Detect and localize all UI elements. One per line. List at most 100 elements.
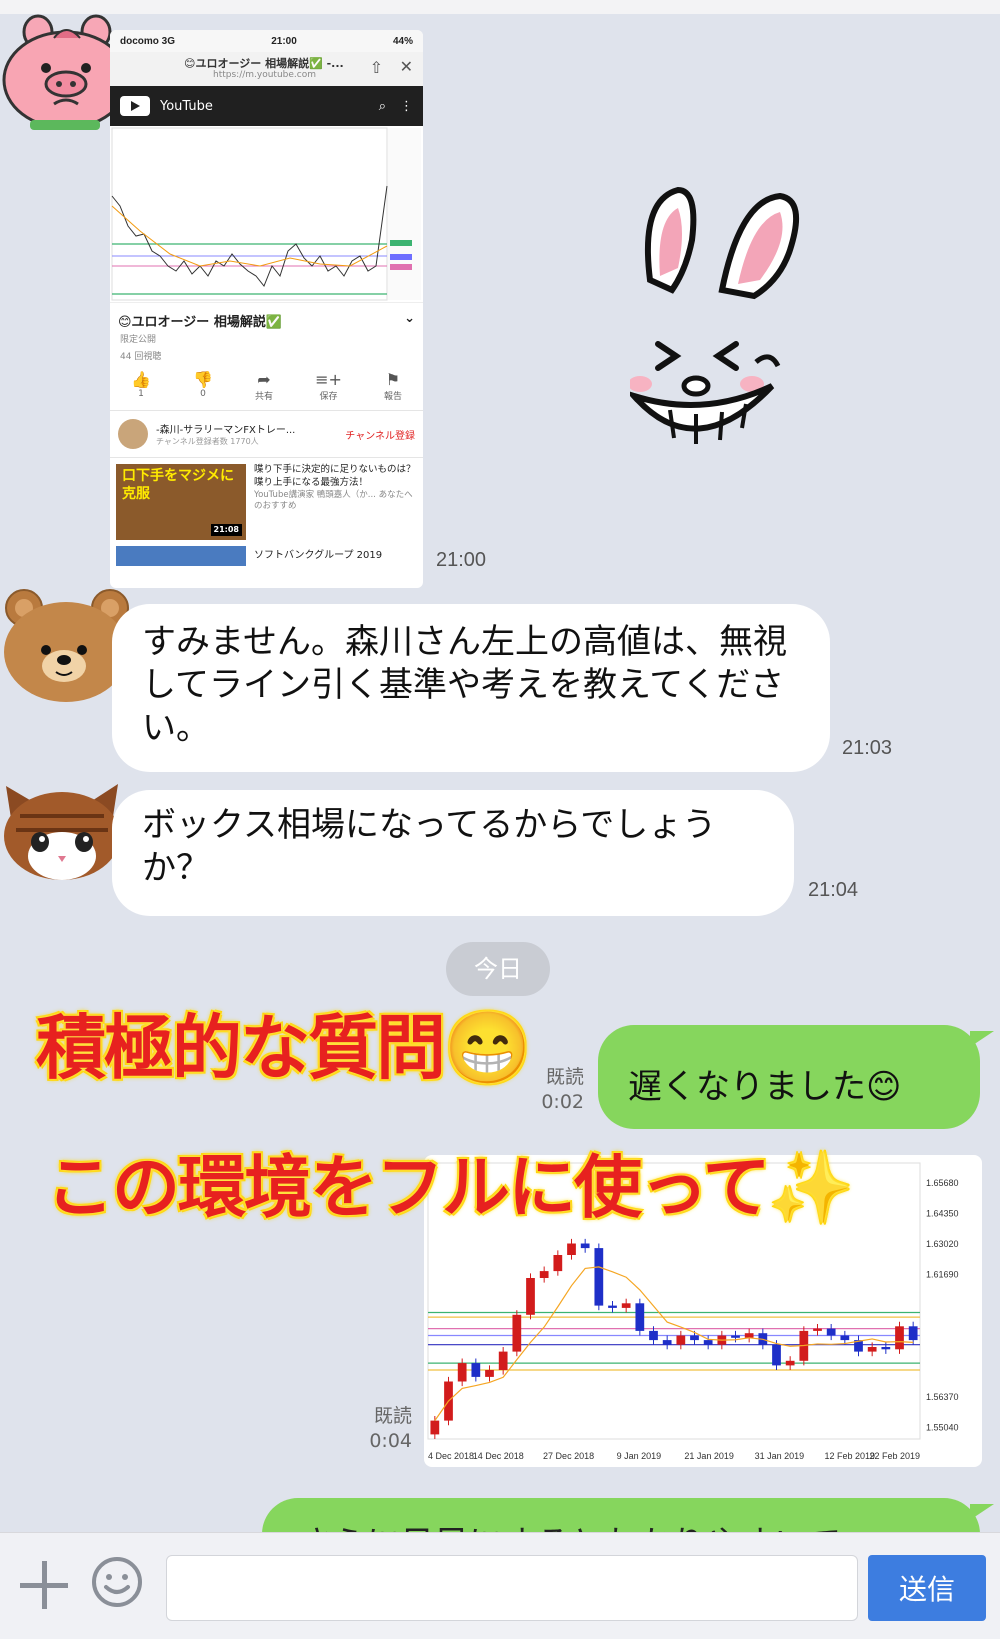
report-button[interactable]: ⚑ 報告 [384, 370, 402, 402]
close-icon: ✕ [399, 57, 413, 76]
candle-body [662, 1340, 672, 1345]
share-button[interactable]: ➦ 共有 [255, 370, 273, 402]
y-tick-label: 1.64350 [926, 1208, 959, 1218]
y-tick-label: 1.55040 [926, 1423, 959, 1433]
recommended-text: 喋り下手に決定的に足りないものは？喋り上手になる最強方法！ YouTube講演家… [254, 464, 416, 512]
read-time: 0:04 [369, 1430, 412, 1452]
video-views: 44 回視聴 [120, 352, 162, 362]
message-time: 21:03 [842, 737, 893, 759]
channel-row[interactable]: -森川-サラリーマンFXトレー... チャンネル登録者数 1770人 チャンネル登… [110, 411, 423, 458]
x-tick-label: 22 Feb 2019 [869, 1451, 920, 1461]
read-receipt: 既読 0:02 [520, 1065, 584, 1115]
youtube-logo-icon [120, 96, 150, 116]
candle-body [539, 1271, 549, 1278]
page-title: 😊ユロオージー 相場解説✅ -... [184, 57, 344, 70]
plus-icon[interactable] [18, 1559, 70, 1611]
video-privacy: 限定公開 [120, 335, 157, 345]
thumbs-down-icon: 👎 [193, 370, 213, 389]
share-arrow-icon: ➦ [257, 370, 271, 389]
candle-body [567, 1243, 576, 1255]
save-button[interactable]: ≡+ 保存 [315, 370, 342, 402]
message-bubble-mine[interactable]: 遅くなりました😊 [598, 1025, 994, 1129]
candle-body [676, 1335, 686, 1345]
candle-body [471, 1363, 481, 1377]
candle-body [649, 1330, 658, 1341]
video-title-row[interactable]: 😊ユロオージー 相場解説✅ ⌄ [110, 303, 423, 330]
recommended-title-2: ソフトバンクグループ 2019 [254, 550, 383, 561]
cat-avatar[interactable] [0, 776, 122, 884]
overlay-caption: この環境をフルに使って✨ [46, 1148, 853, 1228]
screenshot-image[interactable]: docomo 3G 21:00 44% 😊ユロオージー 相場解説✅ -... h… [110, 30, 423, 588]
message-time: 21:00 [436, 549, 487, 571]
dislike-button[interactable]: 👎 0 [193, 370, 213, 402]
youtube-label: YouTube [160, 98, 213, 114]
candle-body [608, 1305, 617, 1308]
channel-name: -森川-サラリーマンFXトレー... チャンネル登録者数 1770人 [156, 421, 345, 447]
page-url: https://m.youtube.com [213, 70, 316, 80]
candle-body [908, 1326, 918, 1341]
video-title: 😊ユロオージー 相場解説✅ [118, 315, 283, 330]
candle-body [498, 1351, 508, 1370]
browser-url-bar: 😊ユロオージー 相場解説✅ -... https://m.youtube.com… [110, 52, 423, 86]
candle-body [826, 1328, 836, 1336]
playlist-add-icon: ≡+ [315, 370, 342, 389]
message-bubble[interactable]: ボックス相場になってるからでしょうか？ [112, 790, 794, 916]
subscribe-button[interactable]: チャンネル登録 [345, 427, 415, 442]
message-bubble[interactable]: すみません。森川さん左上の高値は、無視してライン引く基準や考えを教えてください。 [112, 604, 830, 772]
candle-body [690, 1335, 699, 1341]
send-button[interactable]: 送信 [868, 1555, 986, 1621]
flag-icon: ⚑ [385, 370, 401, 389]
x-tick-label: 27 Dec 2018 [543, 1451, 594, 1461]
y-tick-label: 1.63020 [926, 1239, 959, 1249]
clock-label: 21:00 [271, 35, 297, 47]
read-label: 既読 [373, 1405, 412, 1427]
message-text: 遅くなりました😊 [628, 1067, 902, 1107]
top-bar [0, 0, 1000, 14]
carrier-label: docomo 3G [120, 35, 176, 47]
chevron-down-icon[interactable]: ⌄ [404, 311, 415, 330]
candle-body [512, 1314, 522, 1352]
candle-body [430, 1420, 440, 1435]
status-bar: docomo 3G 21:00 44% [110, 30, 423, 52]
recommended-thumbnail: 口下手をマジメに克服 21:08 [116, 464, 246, 540]
candle-body [744, 1333, 754, 1338]
video-chart-preview [110, 126, 423, 303]
candle-body [553, 1255, 563, 1272]
candle-body [785, 1360, 795, 1366]
recommended-thumbnail-2 [116, 546, 246, 566]
candle-body [840, 1335, 850, 1341]
message-input[interactable] [166, 1555, 858, 1621]
date-separator: 今日 [446, 942, 550, 996]
candle-body [772, 1344, 781, 1366]
candle-body [813, 1328, 822, 1331]
video-duration: 21:08 [210, 524, 242, 536]
x-tick-label: 12 Feb 2019 [824, 1451, 875, 1461]
youtube-header: YouTube ⌕ ⋮ [110, 86, 423, 126]
y-tick-label: 1.65680 [926, 1178, 959, 1188]
candle-body [457, 1363, 467, 1382]
candle-body [635, 1303, 645, 1331]
candle-body [881, 1347, 891, 1350]
message-input-bar: 送信 [0, 1532, 1000, 1639]
candle-body [594, 1248, 604, 1306]
read-receipt: 既読 0:04 [348, 1404, 412, 1454]
x-tick-label: 4 Dec 2018 [428, 1451, 474, 1461]
rabbit-sticker[interactable] [624, 180, 810, 460]
recommended-video[interactable]: 口下手をマジメに克服 21:08 喋り下手に決定的に足りないものは？喋り上手にな… [110, 458, 423, 546]
recommended-video-2[interactable]: ソフトバンクグループ 2019 [110, 546, 423, 566]
candle-body [580, 1243, 590, 1249]
battery-label: 44% [392, 35, 413, 47]
video-actions: 👍 1 👎 0 ➦ 共有 ≡+ 保存 ⚑ 報告 [110, 364, 423, 411]
like-button[interactable]: 👍 1 [131, 370, 151, 402]
candle-body [526, 1278, 535, 1315]
channel-avatar [118, 419, 148, 449]
read-time: 0:02 [541, 1091, 584, 1113]
candle-body [731, 1335, 740, 1338]
candle-body [703, 1340, 713, 1345]
x-tick-label: 31 Jan 2019 [755, 1451, 805, 1461]
message-time: 21:04 [808, 879, 859, 901]
share-icon: ⇧ [369, 58, 383, 77]
emoji-icon[interactable] [90, 1555, 144, 1609]
search-icon: ⌕ [378, 98, 386, 114]
x-tick-label: 21 Jan 2019 [684, 1451, 734, 1461]
